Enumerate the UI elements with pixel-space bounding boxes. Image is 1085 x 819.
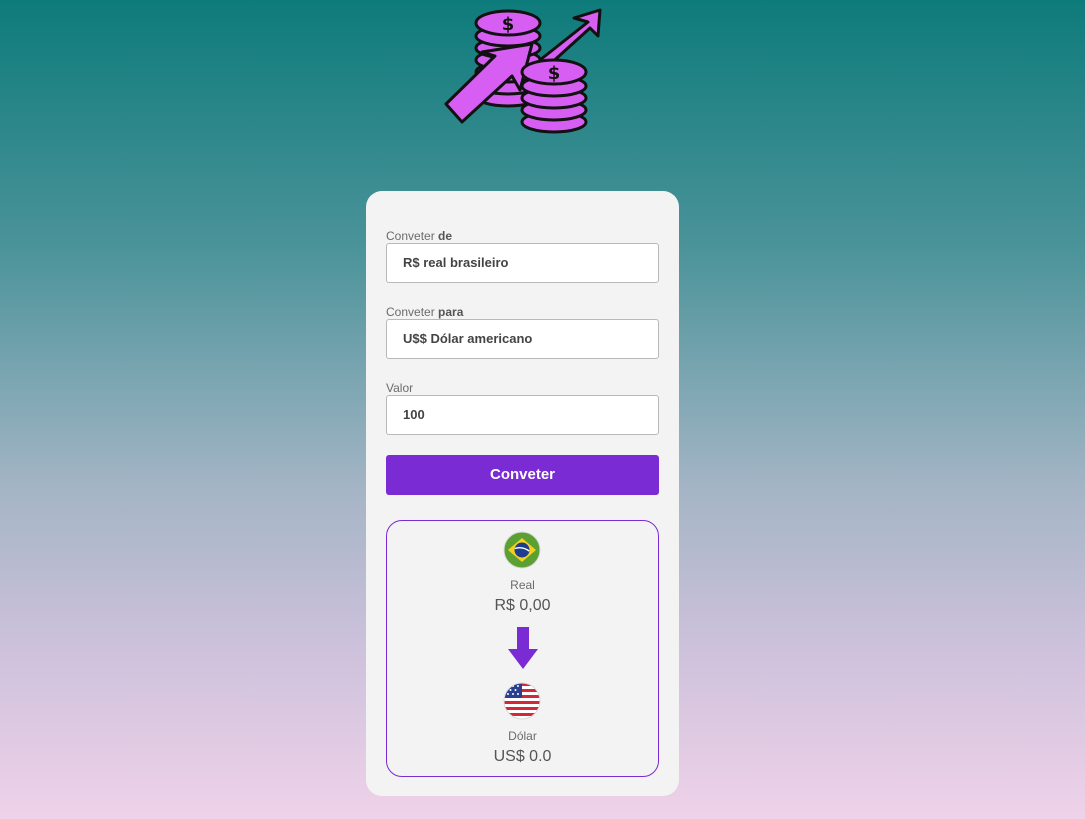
to-currency-select[interactable]: U$$ Dólar americano [386,319,659,359]
amount-label: Valor [386,381,414,395]
from-currency-value: R$ 0,00 [494,597,551,614]
to-currency-name: Dólar [508,729,537,743]
arrow-down-icon [508,627,538,669]
to-label-prefix: Conveter [386,305,435,319]
usa-flag-icon [503,682,541,720]
convert-button[interactable]: Conveter [386,455,659,495]
to-label-bold: para [438,305,464,319]
result-box: Real R$ 0,00 Dólar US$ 0.0 [386,520,659,777]
amount-input[interactable]: 100 [386,395,659,435]
from-label-bold: de [438,229,453,243]
brazil-flag-icon [503,531,541,569]
svg-text:$: $ [548,63,561,84]
from-currency-name: Real [510,578,535,592]
to-currency-value: US$ 0.0 [493,748,552,765]
from-currency-select[interactable]: R$ real brasileiro [386,243,659,283]
converter-card: Conveter de R$ real brasileiro Conveter … [366,191,679,796]
svg-text:$: $ [502,14,515,35]
from-label-prefix: Conveter [386,229,435,243]
money-coins-growth-icon: $ $ [440,4,610,136]
from-currency-label: Conveter de [386,229,452,243]
to-currency-label: Conveter para [386,305,463,319]
